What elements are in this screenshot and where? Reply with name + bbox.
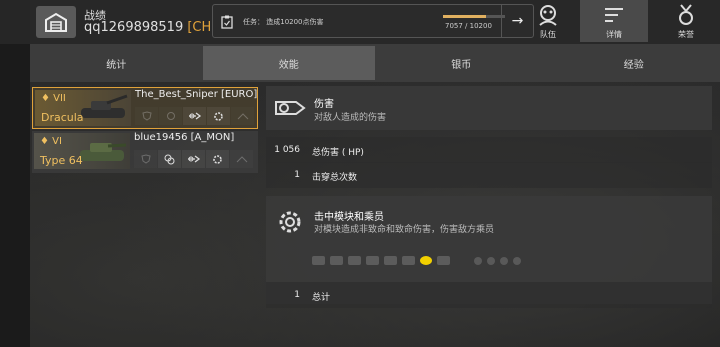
stat-row-modules-total: 1 总计 xyxy=(266,282,712,308)
task-prefix: 任务： xyxy=(243,18,264,26)
shell-hit-icon xyxy=(182,150,205,168)
tank-row[interactable]: ♦ VI Type 64 blue19456 [A_MON] xyxy=(32,131,258,173)
shield-icon xyxy=(135,107,158,125)
damage-title: 伤害 xyxy=(314,99,334,110)
tank-name: Dracula xyxy=(41,111,84,124)
task-text: 造成10200点伤害 xyxy=(266,18,324,26)
tracks-module-icon xyxy=(348,256,361,265)
damage-panel: 伤害 对敌人造成的伤害 xyxy=(266,86,712,130)
stat-value: 1 056 xyxy=(274,145,300,155)
tank-tier: ♦ VII xyxy=(41,93,66,104)
ricochet-icon xyxy=(231,107,254,125)
damage-subtitle: 对敌人造成的伤害 xyxy=(314,113,387,123)
tank-silhouette-icon xyxy=(81,94,128,118)
driver-crew-icon xyxy=(500,256,508,265)
squad-label: 队伍 xyxy=(540,30,556,39)
gun-module-icon xyxy=(366,256,379,265)
details-label: 详情 xyxy=(606,30,622,39)
tab-silver[interactable]: 银币 xyxy=(375,44,548,82)
clipboard-icon xyxy=(221,15,233,29)
honor-button[interactable]: 荣誉 xyxy=(662,0,710,42)
player-name: qq1269898519 [CHN xyxy=(84,20,221,35)
module-hit-icon xyxy=(207,107,230,125)
tab-efficiency[interactable]: 效能 xyxy=(202,46,375,80)
garage-icon xyxy=(45,12,67,32)
squad-button[interactable]: 队伍 xyxy=(530,0,566,42)
task-widget[interactable]: 任务： 造成10200点伤害 7057 / 10200 → xyxy=(212,4,534,38)
gunner-crew-icon xyxy=(487,256,495,265)
shell-damage-icon xyxy=(275,101,306,115)
stat-value: 1 xyxy=(294,290,300,300)
module-hits-subtitle: 对模块造成非致命和致命伤害，伤害敌方乘员 xyxy=(314,225,495,235)
award-badges xyxy=(135,107,255,125)
task-progress-count: 7057 / 10200 xyxy=(445,22,492,30)
spot-icon xyxy=(159,107,182,125)
medal-icon xyxy=(679,3,693,25)
fuel-module-icon xyxy=(402,256,415,265)
task-label: 任务： 造成10200点伤害 xyxy=(243,17,324,27)
top-bar: 战绩 qq1269898519 [CHN 任务： 造成10200点伤害 7057… xyxy=(0,0,720,44)
ricochet-icon xyxy=(230,150,253,168)
task-progress-bar xyxy=(443,15,505,18)
garage-button[interactable] xyxy=(36,6,76,38)
tab-statistics[interactable]: 统计 xyxy=(30,44,203,82)
loader-crew-icon xyxy=(513,256,521,265)
tank-name: Type 64 xyxy=(40,154,83,167)
gear-icon xyxy=(279,211,301,233)
tank-thumbnail: ♦ VI Type 64 xyxy=(34,133,130,169)
commander-crew-icon xyxy=(474,256,482,265)
stat-row-penetrations: 1 击穿总次数 xyxy=(266,162,712,188)
left-edge-strip xyxy=(0,0,30,347)
module-hits-title: 击中模块和乘员 xyxy=(314,212,384,223)
details-button[interactable]: 详情 xyxy=(580,0,648,42)
award-badges xyxy=(134,150,254,168)
tab-bar: 统计 效能 银币 经验 xyxy=(30,44,720,82)
tank-thumbnail: ♦ VII Dracula xyxy=(35,90,131,126)
honor-label: 荣誉 xyxy=(678,30,694,39)
task-progress-fill xyxy=(443,15,486,18)
player-nickname: qq1269898519 xyxy=(84,20,184,35)
optics-module-icon xyxy=(437,256,450,265)
player-name: The_Best_Sniper [EURO] xyxy=(135,89,258,100)
spot-icon xyxy=(158,150,181,168)
list-icon xyxy=(605,7,623,22)
ammo-rack-hit-icon xyxy=(420,256,432,265)
tab-experience[interactable]: 经验 xyxy=(548,44,720,82)
stat-label: 总计 xyxy=(312,293,331,303)
stat-row-total-damage: 1 056 总伤害 ( HP) xyxy=(266,137,712,163)
squad-icon xyxy=(539,4,557,26)
player-name: blue19456 [A_MON] xyxy=(134,132,235,143)
turret-module-icon xyxy=(384,256,397,265)
module-indicators xyxy=(312,256,521,265)
task-go-button[interactable]: → xyxy=(501,5,533,37)
tank-silhouette-icon xyxy=(80,143,127,161)
stat-label: 击穿总次数 xyxy=(312,173,358,183)
transmission-module-icon xyxy=(330,256,343,265)
arrow-right-icon: → xyxy=(511,13,524,29)
engine-module-icon xyxy=(312,256,325,265)
module-hit-icon xyxy=(206,150,229,168)
tank-tier: ♦ VI xyxy=(40,136,62,147)
stat-value: 1 xyxy=(294,170,300,180)
stat-label: 总伤害 ( HP) xyxy=(312,148,364,158)
shell-hit-icon xyxy=(183,107,206,125)
tank-row-selected[interactable]: ♦ VII Dracula The_Best_Sniper [EURO] xyxy=(32,87,258,129)
shield-icon xyxy=(134,150,157,168)
